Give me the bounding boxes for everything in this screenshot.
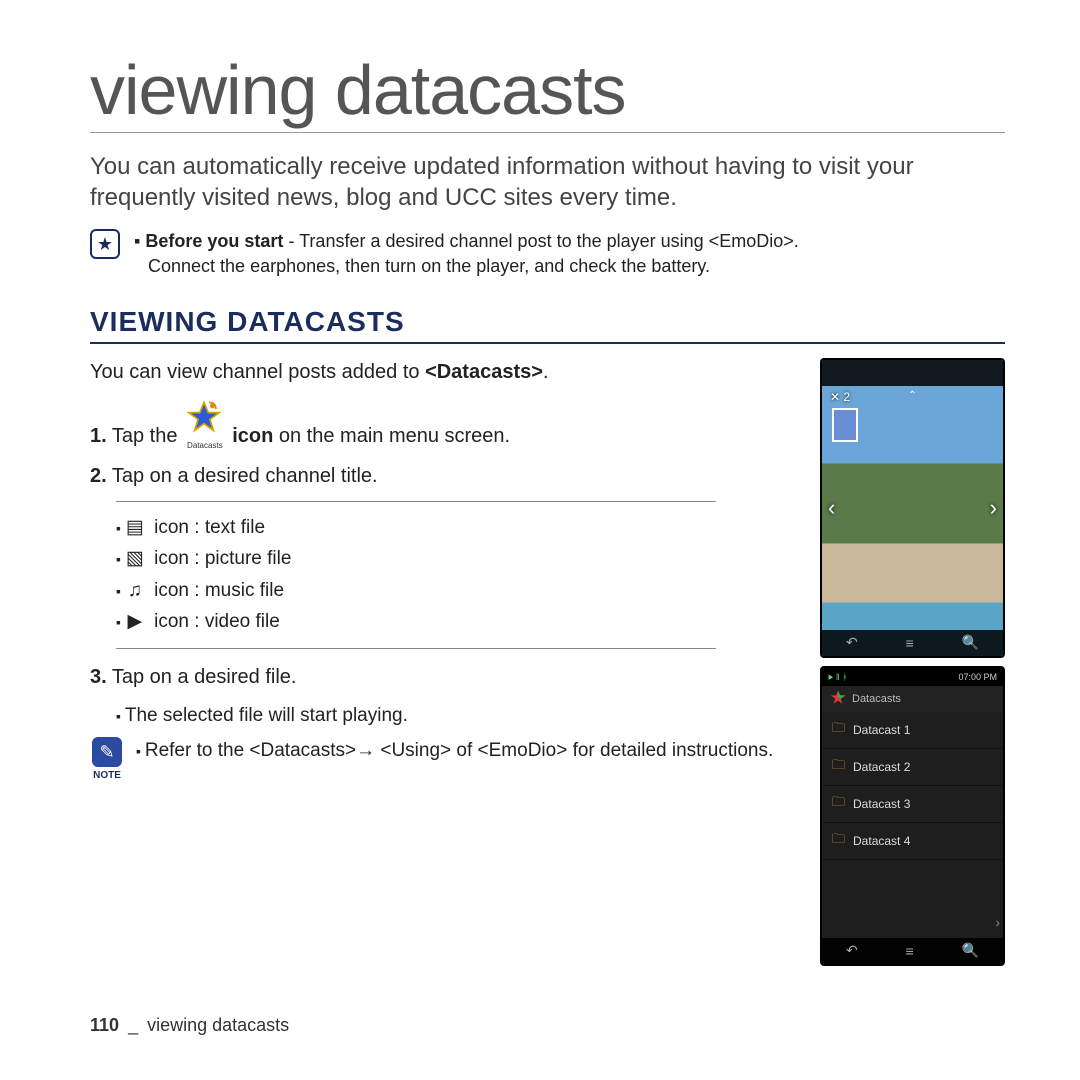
menu-icon[interactable]: ≡ <box>906 635 914 651</box>
status-bar: ▶ ‖ ᚼ 07:00 PM <box>822 668 1003 686</box>
screenshot-datacasts-list: ▶ ‖ ᚼ 07:00 PM Datacasts 🗀Datacast 1 🗀Da… <box>820 666 1005 966</box>
text-file-icon: ▤ <box>125 514 145 542</box>
chevron-up-icon[interactable]: ⌃ <box>908 390 916 401</box>
star-icon: ★ <box>90 229 120 259</box>
search-icon[interactable]: 🔍 <box>962 634 979 651</box>
note-label: NOTE <box>90 769 124 784</box>
icon-legend: ▤ icon : text file ▧ icon : picture file… <box>116 501 716 649</box>
datacasts-star-icon <box>830 689 846 708</box>
section-heading: VIEWING DATACASTS <box>90 306 1005 344</box>
folder-icon: 🗀 <box>832 756 845 778</box>
step-2: 2. Tap on a desired channel title. <box>90 462 802 491</box>
before-text-2: Connect the earphones, then turn on the … <box>148 254 710 278</box>
clock: 07:00 PM <box>958 672 997 682</box>
note-block: ✎ NOTE Refer to the <Datacasts>→ <Using>… <box>90 737 802 784</box>
back-icon[interactable]: ↶ <box>846 634 858 651</box>
search-icon[interactable]: 🔍 <box>962 942 979 959</box>
list-header: Datacasts <box>822 686 1003 712</box>
chevron-left-icon[interactable]: ‹ <box>828 495 835 521</box>
list-item[interactable]: 🗀Datacast 1 <box>822 712 1003 749</box>
back-icon[interactable]: ↶ <box>846 942 858 959</box>
list-item[interactable]: 🗀Datacast 4 <box>822 823 1003 860</box>
step-3: 3. Tap on a desired file. <box>90 663 802 692</box>
menu-icon[interactable]: ≡ <box>906 943 914 959</box>
page-title: viewing datacasts <box>90 50 1005 133</box>
intro-text: You can automatically receive updated in… <box>90 151 1005 213</box>
datacasts-icon: Datacasts <box>187 399 223 452</box>
step-3-sub: The selected file will start playing. <box>116 702 802 730</box>
video-file-icon: ▶ <box>125 608 145 636</box>
list-item[interactable]: 🗀Datacast 3 <box>822 786 1003 823</box>
chevron-right-icon[interactable]: › <box>990 495 997 521</box>
before-lead: Before you start <box>145 231 283 251</box>
play-indicator-icon: ▶ ‖ ᚼ <box>828 672 848 682</box>
close-indicator[interactable]: ✕ 2 <box>830 390 850 404</box>
thumbnail[interactable] <box>832 408 858 442</box>
music-file-icon: ♫ <box>125 577 145 605</box>
note-text: Refer to the <Datacasts>→ <Using> of <Em… <box>136 737 773 765</box>
note-icon: ✎ <box>92 737 122 767</box>
screenshot-photo-viewer: ✕ 2 ⌃ ‹ › ↶ ≡ 🔍 <box>820 358 1005 658</box>
step-1: 1. Tap the Datacasts icon on the main me… <box>90 399 802 452</box>
before-you-start: ★ Before you start - Transfer a desired … <box>90 229 1005 278</box>
folder-icon: 🗀 <box>832 830 845 852</box>
page-footer: 110 _ viewing datacasts <box>90 1015 289 1036</box>
list-item[interactable]: 🗀Datacast 2 <box>822 749 1003 786</box>
folder-icon: 🗀 <box>832 793 845 815</box>
sub-intro: You can view channel posts added to <Dat… <box>90 358 802 387</box>
before-text-1: - Transfer a desired channel post to the… <box>283 231 798 251</box>
folder-icon: 🗀 <box>832 719 845 741</box>
picture-file-icon: ▧ <box>125 545 145 573</box>
scroll-down-icon[interactable]: › <box>995 914 1000 930</box>
